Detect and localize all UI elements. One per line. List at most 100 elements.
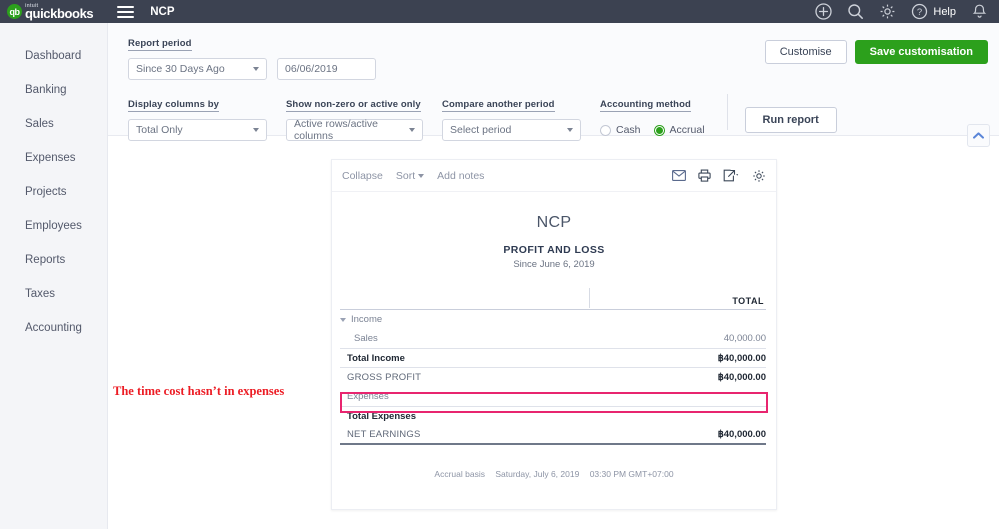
- sidebar-item-label: Dashboard: [25, 50, 82, 62]
- collapse-link[interactable]: Collapse: [342, 170, 383, 182]
- top-navigation-bar: qb intuit quickbooks NCP ? Help: [0, 0, 999, 23]
- accounting-method-group: Accounting method Cash Accrual: [600, 94, 705, 141]
- svg-text:?: ?: [917, 7, 922, 18]
- compare-period-label: Compare another period: [442, 99, 555, 112]
- accounting-method-cash-radio[interactable]: Cash: [600, 124, 641, 136]
- sidebar-item-label: Taxes: [25, 288, 56, 300]
- sidebar-item-reports[interactable]: Reports: [0, 243, 107, 277]
- footer-time: 03:30 PM GMT+07:00: [589, 469, 674, 479]
- hamburger-line: [117, 10, 135, 13]
- hamburger-line: [117, 15, 135, 18]
- sidebar-navigation: Dashboard Banking Sales Expenses Project…: [0, 23, 108, 529]
- report-period-group: Report period Since 30 Days Ago 06/06/20…: [128, 33, 376, 80]
- accounting-method-label: Accounting method: [600, 99, 691, 112]
- hamburger-line: [117, 5, 135, 8]
- row-label: Total Income: [347, 352, 405, 364]
- row-label: Total Expenses: [347, 410, 416, 422]
- company-name-label: NCP: [150, 5, 175, 18]
- row-value[interactable]: 40,000.00: [724, 333, 766, 344]
- table-row-expenses[interactable]: Expenses: [340, 387, 766, 406]
- profit-and-loss-report-card: Collapse Sort Add notes NCP PROFIT AND L…: [331, 159, 777, 510]
- sidebar-item-employees[interactable]: Employees: [0, 209, 107, 243]
- quickbooks-wordmark: quickbooks: [25, 5, 94, 21]
- compare-period-value: Select period: [450, 124, 512, 136]
- chevron-down-icon: [253, 128, 259, 132]
- sidebar-item-label: Employees: [25, 220, 82, 232]
- qb-logo-icon: qb: [7, 4, 22, 19]
- gear-icon[interactable]: [879, 3, 896, 20]
- row-label: Expenses: [347, 391, 389, 402]
- accounting-method-accrual-radio[interactable]: Accrual: [653, 124, 705, 136]
- footer-basis: Accrual basis: [434, 469, 485, 479]
- filter-controls-row: Display columns by Total Only Show non-z…: [128, 94, 837, 142]
- report-date-value: 06/06/2019: [285, 63, 338, 75]
- accrual-label: Accrual: [669, 124, 705, 136]
- sidebar-item-banking[interactable]: Banking: [0, 73, 107, 107]
- table-row-total-income: Total Income ฿40,000.00: [340, 348, 766, 368]
- report-title: PROFIT AND LOSS: [503, 244, 605, 256]
- chevron-down-icon: [253, 67, 259, 71]
- sidebar-item-sales[interactable]: Sales: [0, 107, 107, 141]
- sidebar-item-accounting[interactable]: Accounting: [0, 311, 107, 345]
- display-columns-label: Display columns by: [128, 99, 220, 112]
- radio-icon: [600, 124, 611, 136]
- main-content: Report period Since 30 Days Ago 06/06/20…: [108, 23, 999, 529]
- sort-link[interactable]: Sort: [395, 169, 425, 182]
- help-label[interactable]: Help: [933, 6, 956, 18]
- email-icon[interactable]: [672, 170, 686, 181]
- table-header-row: TOTAL: [340, 288, 766, 310]
- hamburger-menu-icon[interactable]: [117, 3, 135, 21]
- divider: [726, 94, 728, 130]
- triangle-collapse-icon[interactable]: [340, 317, 346, 322]
- sort-label: Sort: [395, 169, 416, 182]
- report-period-select[interactable]: Since 30 Days Ago: [128, 58, 267, 80]
- sidebar-item-expenses[interactable]: Expenses: [0, 141, 107, 175]
- radio-selected-icon: [653, 124, 665, 136]
- search-icon[interactable]: [847, 3, 864, 20]
- collapse-label: Collapse: [342, 169, 383, 182]
- sidebar-item-label: Sales: [25, 118, 54, 130]
- table-row-total-expenses: Total Expenses: [340, 406, 766, 425]
- sidebar-item-label: Projects: [25, 186, 67, 198]
- sidebar-item-taxes[interactable]: Taxes: [0, 277, 107, 311]
- row-label: Sales: [354, 333, 378, 344]
- report-date-input[interactable]: 06/06/2019: [277, 58, 376, 80]
- sidebar-item-projects[interactable]: Projects: [0, 175, 107, 209]
- help-icon[interactable]: ?: [911, 3, 928, 20]
- sidebar-item-label: Expenses: [25, 152, 76, 164]
- footer-date: Saturday, July 6, 2019: [495, 469, 580, 479]
- report-header: NCP PROFIT AND LOSS Since June 6, 2019: [332, 192, 776, 270]
- bell-icon[interactable]: [971, 3, 988, 20]
- chevron-down-icon: [418, 173, 425, 178]
- table-row-gross-profit: GROSS PROFIT ฿40,000.00: [340, 368, 766, 387]
- print-icon[interactable]: [698, 169, 711, 182]
- chevron-down-icon: [409, 128, 415, 132]
- sidebar-item-label: Banking: [25, 84, 67, 96]
- sidebar-item-dashboard[interactable]: Dashboard: [0, 39, 107, 73]
- save-customisation-button[interactable]: Save customisation: [854, 40, 988, 64]
- report-footer: Accrual basis Saturday, July 6, 2019 03:…: [332, 469, 776, 479]
- show-nonzero-label: Show non-zero or active only: [286, 99, 421, 112]
- sidebar-item-label: Accounting: [25, 322, 82, 334]
- quickbooks-logo[interactable]: qb intuit quickbooks: [7, 3, 94, 21]
- collapse-filters-button[interactable]: [967, 124, 990, 147]
- cash-label: Cash: [616, 124, 641, 136]
- report-table: TOTAL Income Sales 40,000.00 Total Incom…: [340, 288, 768, 445]
- settings-icon[interactable]: [752, 169, 766, 183]
- export-icon[interactable]: [723, 169, 740, 182]
- plus-icon[interactable]: [815, 3, 833, 20]
- add-notes-link[interactable]: Add notes: [437, 170, 484, 182]
- annotation-text: The time cost hasn’t in expenses: [113, 384, 285, 398]
- report-period-value: Since 30 Days Ago: [136, 63, 225, 75]
- report-company-name: NCP: [536, 214, 572, 231]
- table-row-sales[interactable]: Sales 40,000.00: [340, 329, 766, 348]
- report-subtitle: Since June 6, 2019: [513, 259, 595, 270]
- run-report-button[interactable]: Run report: [744, 107, 837, 133]
- customise-button[interactable]: Customise: [764, 40, 847, 64]
- report-area: The time cost hasn’t in expenses Collaps…: [108, 136, 999, 515]
- sidebar-item-label: Reports: [25, 254, 66, 266]
- row-label-wrap: Income: [340, 314, 766, 325]
- table-row-income[interactable]: Income: [340, 310, 766, 329]
- row-label: Income: [351, 314, 383, 325]
- chevron-down-icon: [567, 128, 573, 132]
